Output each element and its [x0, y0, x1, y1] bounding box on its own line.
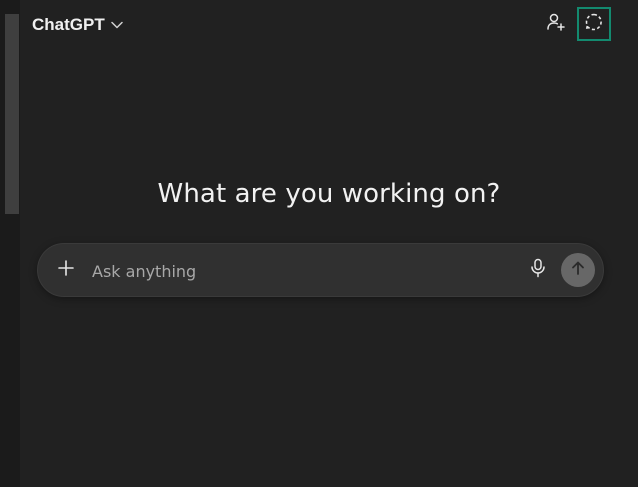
- add-people-button[interactable]: [539, 7, 573, 41]
- scrollbar-thumb[interactable]: [5, 14, 19, 214]
- attach-button[interactable]: [51, 255, 81, 285]
- header: ChatGPT: [20, 0, 638, 50]
- chevron-down-icon: [110, 21, 123, 29]
- dashed-bubble-icon: [584, 12, 604, 37]
- model-name: ChatGPT: [32, 15, 105, 34]
- chat-main: ChatGPT What are you working on?: [20, 0, 638, 487]
- arrow-up-icon: [570, 260, 586, 281]
- temporary-chat-button[interactable]: [577, 7, 611, 41]
- microphone-icon: [530, 258, 546, 283]
- scrollbar[interactable]: [0, 0, 20, 487]
- model-selector-button[interactable]: ChatGPT: [32, 14, 123, 36]
- plus-icon: [57, 259, 75, 282]
- page-headline: What are you working on?: [157, 179, 501, 210]
- voice-input-button[interactable]: [524, 256, 552, 284]
- add-person-icon: [546, 12, 566, 37]
- prompt-input[interactable]: [90, 257, 474, 285]
- prompt-composer: [37, 243, 604, 297]
- send-button[interactable]: [561, 253, 595, 287]
